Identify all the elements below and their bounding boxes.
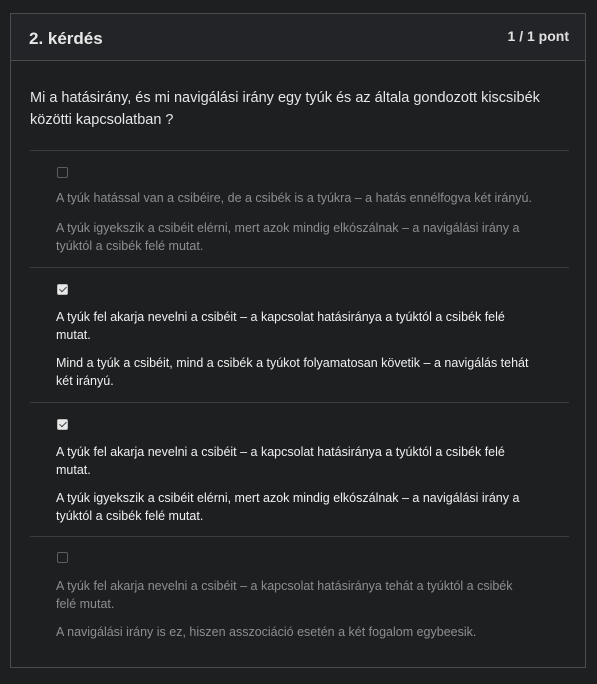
answer-option-2-line-1: A tyúk fel akarja nevelni a csibéit – a … — [56, 310, 505, 342]
question-number: 2. kérdés — [29, 29, 103, 48]
question-text: Mi a hatásirány, és mi navigálási irány … — [30, 90, 540, 128]
answer-option-4-line-2: A navigálási irány is ez, hiszen asszoci… — [56, 625, 477, 639]
question-header: 2. kérdés 1 / 1 pont — [11, 14, 585, 61]
answer-option-3[interactable]: A tyúk fel akarja nevelni a csibéit – a … — [30, 402, 569, 536]
answer-checkbox-2[interactable] — [57, 284, 68, 295]
answer-option-4[interactable]: A tyúk fel akarja nevelni a csibéit – a … — [30, 536, 569, 656]
answer-option-1-line-2: A tyúk igyekszik a csibéit elérni, mert … — [56, 221, 520, 253]
answer-option-3-line-2: A tyúk igyekszik a csibéit elérni, mert … — [56, 491, 520, 523]
answer-option-1-line-1: A tyúk hatással van a csibéire, de a csi… — [56, 191, 532, 205]
answer-option-1[interactable]: A tyúk hatással van a csibéire, de a csi… — [30, 150, 569, 267]
answer-option-2[interactable]: A tyúk fel akarja nevelni a csibéit – a … — [30, 267, 569, 402]
answer-option-4-line-1: A tyúk fel akarja nevelni a csibéit – a … — [56, 579, 513, 611]
answer-option-3-line-1: A tyúk fel akarja nevelni a csibéit – a … — [56, 445, 505, 477]
question-points: 1 / 1 pont — [507, 28, 569, 44]
question-card: 2. kérdés 1 / 1 pont Mi a hatásirány, és… — [10, 13, 586, 668]
answer-checkbox-4[interactable] — [57, 552, 68, 563]
answer-checkbox-1[interactable] — [57, 167, 68, 178]
answer-checkbox-3[interactable] — [57, 419, 68, 430]
answer-option-2-line-2: Mind a tyúk a csibéit, mind a csibék a t… — [56, 356, 529, 388]
